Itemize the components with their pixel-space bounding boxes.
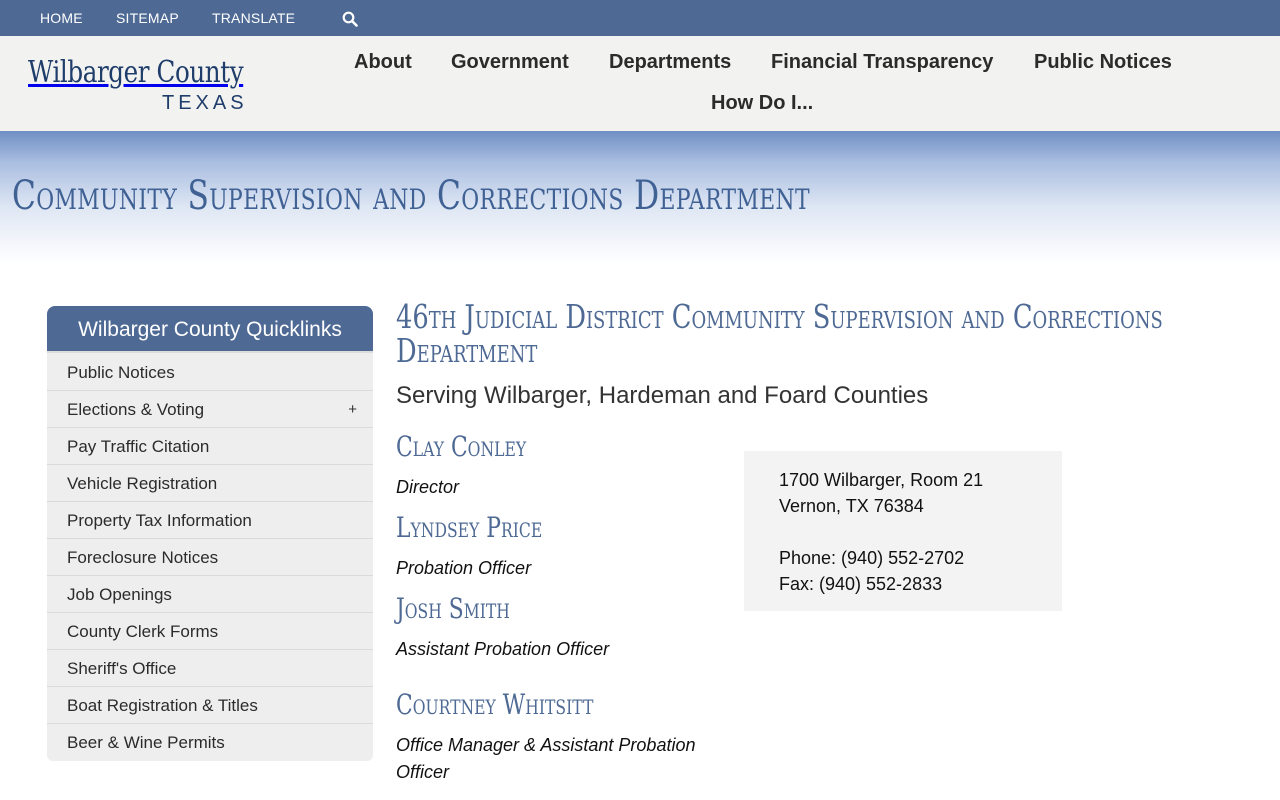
sitemap-link[interactable]: SITEMAP xyxy=(116,10,179,26)
quicklink-label: Job Openings xyxy=(67,585,172,604)
logo-subtitle: TEXAS xyxy=(162,92,248,114)
quicklink-beer-wine-permits[interactable]: Beer & Wine Permits xyxy=(47,724,373,761)
fax-number: Fax: (940) 552-2833 xyxy=(779,574,943,594)
address-line-1: 1700 Wilbarger, Room 21 xyxy=(779,470,984,490)
quicklink-pay-traffic-citation[interactable]: Pay Traffic Citation xyxy=(47,428,373,465)
staff-name: Clay Conley xyxy=(396,430,527,463)
quicklink-boat-registration[interactable]: Boat Registration & Titles xyxy=(47,687,373,724)
nav-how-do-i[interactable]: How Do I... xyxy=(711,92,813,115)
nav-public-notices[interactable]: Public Notices xyxy=(1034,51,1172,74)
nav-government[interactable]: Government xyxy=(451,51,569,74)
quicklink-job-openings[interactable]: Job Openings xyxy=(47,576,373,613)
main-content: 46th Judicial District Community Supervi… xyxy=(396,297,1256,783)
quicklink-vehicle-registration[interactable]: Vehicle Registration xyxy=(47,465,373,502)
utility-bar: HOME SITEMAP TRANSLATE xyxy=(0,0,1280,36)
expand-plus-icon[interactable]: + xyxy=(348,391,357,428)
quicklink-label: Sheriff's Office xyxy=(67,659,177,678)
nav-about[interactable]: About xyxy=(354,51,412,74)
staff-role: Director xyxy=(396,477,460,497)
quicklink-label: Property Tax Information xyxy=(67,511,252,530)
page-banner: Community Supervision and Corrections De… xyxy=(0,131,1280,271)
quicklinks-sidebar: Wilbarger County Quicklinks Public Notic… xyxy=(47,306,373,761)
address-line-2: Vernon, TX 76384 xyxy=(779,496,924,516)
page-title: Community Supervision and Corrections De… xyxy=(12,173,811,219)
search-icon-glyph xyxy=(342,11,358,27)
search-icon[interactable] xyxy=(342,11,358,27)
home-link[interactable]: HOME xyxy=(40,10,83,26)
quicklink-public-notices[interactable]: Public Notices xyxy=(47,354,373,391)
quicklink-county-clerk-forms[interactable]: County Clerk Forms xyxy=(47,613,373,650)
staff-role: Probation Officer xyxy=(396,558,532,578)
quicklinks-list: Public Notices Elections & Voting + Pay T… xyxy=(47,353,373,761)
quicklink-label: Beer & Wine Permits xyxy=(67,733,225,752)
contact-spacer xyxy=(779,519,1062,545)
staff-name: Josh Smith xyxy=(396,592,510,625)
county-logo[interactable]: Wilbarger County TEXAS xyxy=(28,56,250,116)
contact-info-box: 1700 Wilbarger, Room 21 Vernon, TX 76384… xyxy=(744,451,1062,611)
quicklink-property-tax[interactable]: Property Tax Information xyxy=(47,502,373,539)
phone-number: Phone: (940) 552-2702 xyxy=(779,548,965,568)
quicklink-label: Public Notices xyxy=(67,363,175,382)
quicklink-foreclosure-notices[interactable]: Foreclosure Notices xyxy=(47,539,373,576)
quicklink-label: Pay Traffic Citation xyxy=(67,437,210,456)
site-header: Wilbarger County TEXAS About Government … xyxy=(0,36,1280,131)
quicklinks-title: Wilbarger County Quicklinks xyxy=(47,306,373,353)
nav-financial-transparency[interactable]: Financial Transparency xyxy=(771,51,993,74)
staff-role: Assistant Probation Officer xyxy=(396,639,610,659)
quicklink-label: Vehicle Registration xyxy=(67,474,218,493)
quicklink-label: Boat Registration & Titles xyxy=(67,696,258,715)
staff-role: Office Manager & Assistant Probation Off… xyxy=(396,735,696,782)
nav-departments[interactable]: Departments xyxy=(609,51,731,74)
quicklink-label: Foreclosure Notices xyxy=(67,548,219,567)
department-heading: 46th Judicial District Community Supervi… xyxy=(396,297,1163,370)
quicklink-sheriffs-office[interactable]: Sheriff's Office xyxy=(47,650,373,687)
department-subtitle: Serving Wilbarger, Hardeman and Foard Co… xyxy=(396,382,929,409)
staff-name: Courtney Whitsitt xyxy=(396,688,594,721)
quicklink-elections-voting[interactable]: Elections & Voting + xyxy=(47,391,373,428)
translate-link[interactable]: TRANSLATE xyxy=(212,10,295,26)
quicklink-label: County Clerk Forms xyxy=(67,622,219,641)
quicklink-label: Elections & Voting xyxy=(67,400,205,419)
logo-title: Wilbarger County xyxy=(28,55,244,90)
staff-name: Lyndsey Price xyxy=(396,511,543,544)
